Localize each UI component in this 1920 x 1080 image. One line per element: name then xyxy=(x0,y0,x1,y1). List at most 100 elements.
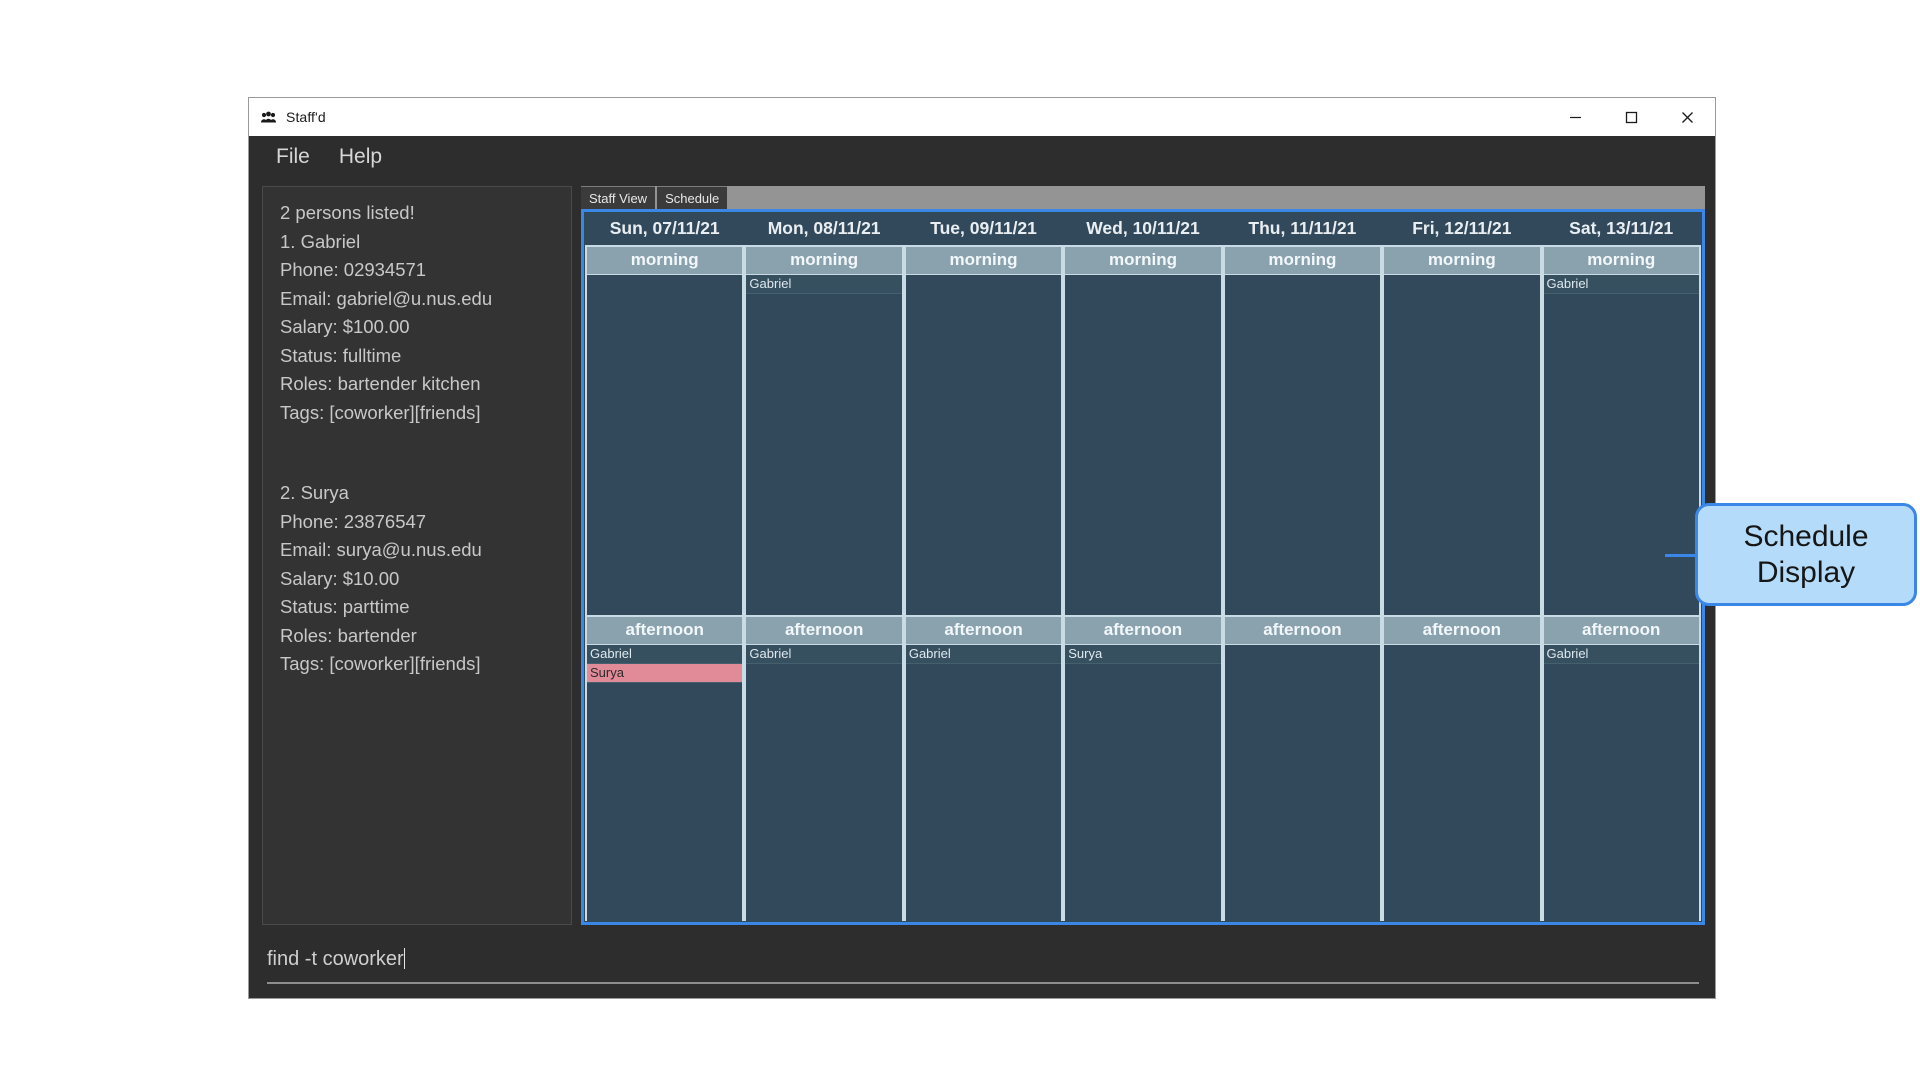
day-header: Tue, 09/11/21 xyxy=(930,218,1037,238)
day-header: Mon, 08/11/21 xyxy=(767,218,881,238)
shift-label: morning xyxy=(905,245,1062,275)
schedule-cell[interactable]: afternoon Surya xyxy=(1063,615,1223,921)
title-bar: Staff'd xyxy=(249,98,1715,136)
assignment-item[interactable]: Surya xyxy=(587,664,743,683)
shift-row-afternoon: afternoon Gabriel Surya afternoon Gabriel aft… xyxy=(585,615,1701,921)
assignment-item[interactable]: Gabriel xyxy=(746,275,902,294)
assignment-item[interactable]: Gabriel xyxy=(746,645,902,664)
schedule-cell[interactable]: morning xyxy=(1063,245,1223,615)
person-status: Status: parttime xyxy=(280,596,410,617)
assignment-item[interactable]: Gabriel xyxy=(1543,275,1699,294)
app-window: Staff'd File Help 2 persons listed! 1. G… xyxy=(248,97,1716,999)
assignment-list: Gabriel xyxy=(746,275,902,615)
minimize-button[interactable] xyxy=(1547,98,1603,136)
assignment-list: Gabriel xyxy=(1543,275,1699,615)
command-underline xyxy=(267,982,1699,984)
person-email: Email: gabriel@u.nus.edu xyxy=(280,287,493,309)
callout-schedule-display: Schedule Display xyxy=(1695,503,1917,606)
shift-label: afternoon xyxy=(1224,615,1381,645)
day-header: Sun, 07/11/21 xyxy=(609,218,720,238)
assignment-list: Surya xyxy=(1065,645,1221,921)
assignment-list xyxy=(587,275,742,615)
window-title: Staff'd xyxy=(286,109,326,125)
schedule-cell[interactable]: morning xyxy=(1382,245,1542,615)
schedule-cell[interactable]: afternoon Gabriel xyxy=(903,615,1064,921)
day-header: Wed, 10/11/21 xyxy=(1086,218,1200,238)
schedule-cell[interactable]: morning xyxy=(1222,245,1383,615)
person-list-spacer xyxy=(280,427,571,479)
callout-line: Schedule xyxy=(1743,519,1869,553)
person-heading: 2. Surya xyxy=(280,482,349,503)
tab-schedule[interactable]: Schedule xyxy=(657,186,728,209)
window-body: 2 persons listed! 1. Gabriel Phone: 0293… xyxy=(249,178,1715,934)
assignment-list xyxy=(1384,645,1539,921)
person-roles: Roles: bartender xyxy=(280,624,417,646)
person-roles: Roles: bartender kitchen xyxy=(280,373,481,394)
person-phone: Phone: 02934571 xyxy=(280,259,427,280)
assignment-list: Gabriel xyxy=(746,645,902,921)
shift-label: morning xyxy=(587,245,743,275)
schedule-cell[interactable]: afternoon Gabriel xyxy=(744,615,904,921)
assignment-item[interactable]: Gabriel xyxy=(905,645,1062,664)
assignment-list xyxy=(1384,275,1539,615)
person-status: Status: fulltime xyxy=(280,344,402,366)
day-header: Sat, 13/11/21 xyxy=(1569,218,1674,238)
person-entry: 2. Surya Phone: 23876547 Email: surya@u.… xyxy=(280,479,571,679)
schedule-cell[interactable]: afternoon xyxy=(1382,615,1542,921)
person-tags: Tags: [coworker][friends] xyxy=(280,401,481,423)
day-header: Thu, 11/11/21 xyxy=(1248,218,1357,238)
person-heading: 1. Gabriel xyxy=(280,230,361,252)
menu-help[interactable]: Help xyxy=(328,142,393,171)
callout-leader-line xyxy=(1665,554,1698,557)
person-list-panel[interactable]: 2 persons listed! 1. Gabriel Phone: 0293… xyxy=(262,186,572,925)
tab-staff-view[interactable]: Staff View xyxy=(581,186,656,209)
assignment-list: Gabriel Surya xyxy=(587,645,743,921)
command-input-value: find -t coworker xyxy=(267,948,404,970)
person-phone: Phone: 23876547 xyxy=(280,510,427,532)
schedule-cell[interactable]: morning xyxy=(903,245,1064,615)
shift-label: afternoon xyxy=(905,615,1062,645)
person-entry: 1. Gabriel Phone: 02934571 Email: gabrie… xyxy=(280,228,571,428)
shift-label: morning xyxy=(1224,245,1381,275)
text-caret xyxy=(403,948,405,969)
schedule-display[interactable]: Sun, 07/11/21 Mon, 08/11/21 Tue, 09/11/2… xyxy=(581,209,1705,925)
assignment-list: Gabriel xyxy=(1543,645,1699,921)
assignment-list: Gabriel xyxy=(905,645,1062,921)
people-icon xyxy=(260,109,277,126)
shift-label: morning xyxy=(1384,245,1540,275)
shift-label: afternoon xyxy=(1543,615,1699,645)
person-tags: Tags: [coworker][friends] xyxy=(280,653,481,674)
title-bar-left: Staff'd xyxy=(249,109,326,126)
day-header-row: Sun, 07/11/21 Mon, 08/11/21 Tue, 09/11/2… xyxy=(585,213,1701,245)
shift-label: morning xyxy=(1543,245,1699,275)
callout-line: Display xyxy=(1756,555,1856,589)
schedule-cell[interactable]: morning xyxy=(585,245,745,615)
shift-label: morning xyxy=(746,245,902,275)
person-salary: Salary: $10.00 xyxy=(280,567,400,589)
assignment-list xyxy=(906,275,1061,615)
schedule-cell[interactable]: morning Gabriel xyxy=(744,245,904,615)
assignment-item[interactable]: Gabriel xyxy=(587,645,743,664)
assignment-item[interactable]: Surya xyxy=(1065,645,1221,664)
shift-label: morning xyxy=(1065,245,1221,275)
command-bar[interactable]: find -t coworker xyxy=(249,934,1715,998)
assignment-list xyxy=(1225,275,1380,615)
menu-file[interactable]: File xyxy=(265,142,321,171)
day-header: Fri, 12/11/21 xyxy=(1412,218,1512,238)
schedule-cell[interactable]: afternoon xyxy=(1222,615,1383,921)
assignment-list xyxy=(1065,275,1220,615)
maximize-button[interactable] xyxy=(1603,98,1659,136)
person-salary: Salary: $100.00 xyxy=(280,316,410,337)
shift-label: afternoon xyxy=(587,615,743,645)
schedule-cell[interactable]: afternoon Gabriel xyxy=(1541,615,1701,921)
schedule-grid: morning morning Gabriel morning morning morni… xyxy=(585,245,1701,921)
schedule-cell[interactable]: morning Gabriel xyxy=(1541,245,1701,615)
person-email: Email: surya@u.nus.edu xyxy=(280,539,482,560)
assignment-item[interactable]: Gabriel xyxy=(1543,645,1699,664)
screen: Staff'd File Help 2 persons listed! 1. G… xyxy=(0,0,1920,1080)
command-input[interactable]: find -t coworker xyxy=(267,948,1699,982)
tab-strip: Staff View Schedule xyxy=(581,186,1705,209)
menu-bar: File Help xyxy=(249,136,1715,178)
close-button[interactable] xyxy=(1659,98,1715,136)
schedule-cell[interactable]: afternoon Gabriel Surya xyxy=(585,615,745,921)
